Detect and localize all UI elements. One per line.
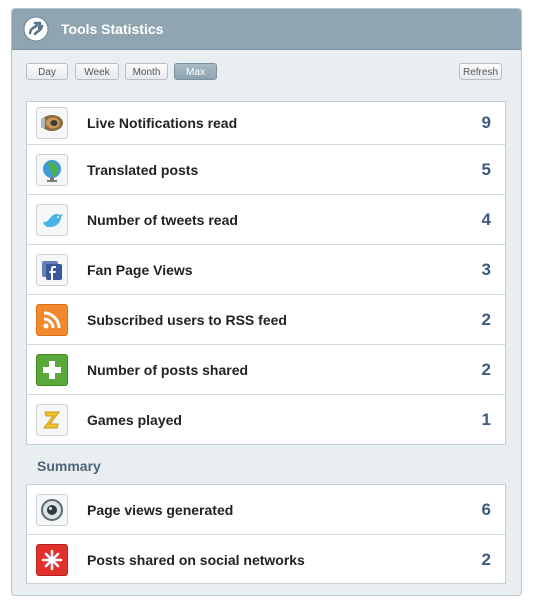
tools-statistics-panel: Tools Statistics Day Week Month Max Refr…	[11, 8, 522, 596]
summary-value: 6	[481, 499, 491, 519]
summary-heading: Summary	[37, 458, 101, 474]
stat-row-posts-shared: Number of posts shared 2	[27, 345, 505, 395]
refresh-button[interactable]: Refresh	[459, 63, 502, 80]
games-z-icon	[36, 404, 68, 436]
toolbar: Day Week Month Max Refresh	[12, 50, 521, 92]
stat-row-tweets-read: Number of tweets read 4	[27, 195, 505, 245]
summary-row-page-views: Page views generated 6	[27, 485, 505, 535]
stat-label: Live Notifications read	[87, 115, 238, 131]
summary-list: Page views generated 6 Posts shared on s…	[26, 484, 506, 584]
summary-row-posts-shared-social: Posts shared on social networks 2	[27, 535, 505, 585]
speaker-icon	[36, 107, 68, 139]
stat-label: Games played	[87, 412, 182, 428]
stat-value: 2	[481, 359, 491, 379]
stat-label: Number of tweets read	[87, 211, 238, 228]
stat-value: 4	[481, 209, 491, 229]
stat-label: Fan Page Views	[87, 261, 193, 278]
stat-label: Subscribed users to RSS feed	[87, 311, 287, 328]
stats-list: Live Notifications read 9 Translated pos…	[26, 101, 506, 445]
stat-label: Number of posts shared	[87, 361, 249, 378]
stat-label: Translated posts	[87, 161, 199, 178]
stat-row-live-notifications: Live Notifications read 9	[27, 102, 505, 145]
summary-label: Posts shared on social networks	[87, 552, 305, 568]
stat-value: 2	[481, 309, 491, 329]
refresh-arrow-logo-icon	[23, 16, 49, 42]
stat-row-translated-posts: Translated posts 5	[27, 145, 505, 195]
range-week-button[interactable]: Week	[75, 63, 119, 80]
stat-row-fan-page-views: Fan Page Views 3	[27, 245, 505, 295]
facebook-icon	[36, 253, 68, 286]
summary-value: 2	[481, 550, 491, 569]
stat-value: 5	[481, 159, 491, 179]
range-day-button[interactable]: Day	[26, 63, 68, 80]
range-max-button[interactable]: Max	[174, 63, 217, 80]
twitter-bird-icon	[36, 203, 68, 236]
stat-value: 1	[481, 410, 491, 429]
stat-row-games-played: Games played 1	[27, 395, 505, 445]
panel-header: Tools Statistics	[12, 9, 521, 50]
stat-value: 9	[481, 113, 491, 132]
stat-value: 3	[481, 259, 491, 279]
summary-label: Page views generated	[87, 501, 234, 518]
plus-icon	[36, 353, 68, 386]
panel-title: Tools Statistics	[61, 21, 164, 37]
range-month-button[interactable]: Month	[125, 63, 168, 80]
asterisk-share-icon	[36, 544, 68, 576]
rss-icon	[36, 303, 68, 336]
stat-row-rss-subscribers: Subscribed users to RSS feed 2	[27, 295, 505, 345]
globe-icon	[36, 153, 68, 186]
webcam-icon	[36, 493, 68, 526]
